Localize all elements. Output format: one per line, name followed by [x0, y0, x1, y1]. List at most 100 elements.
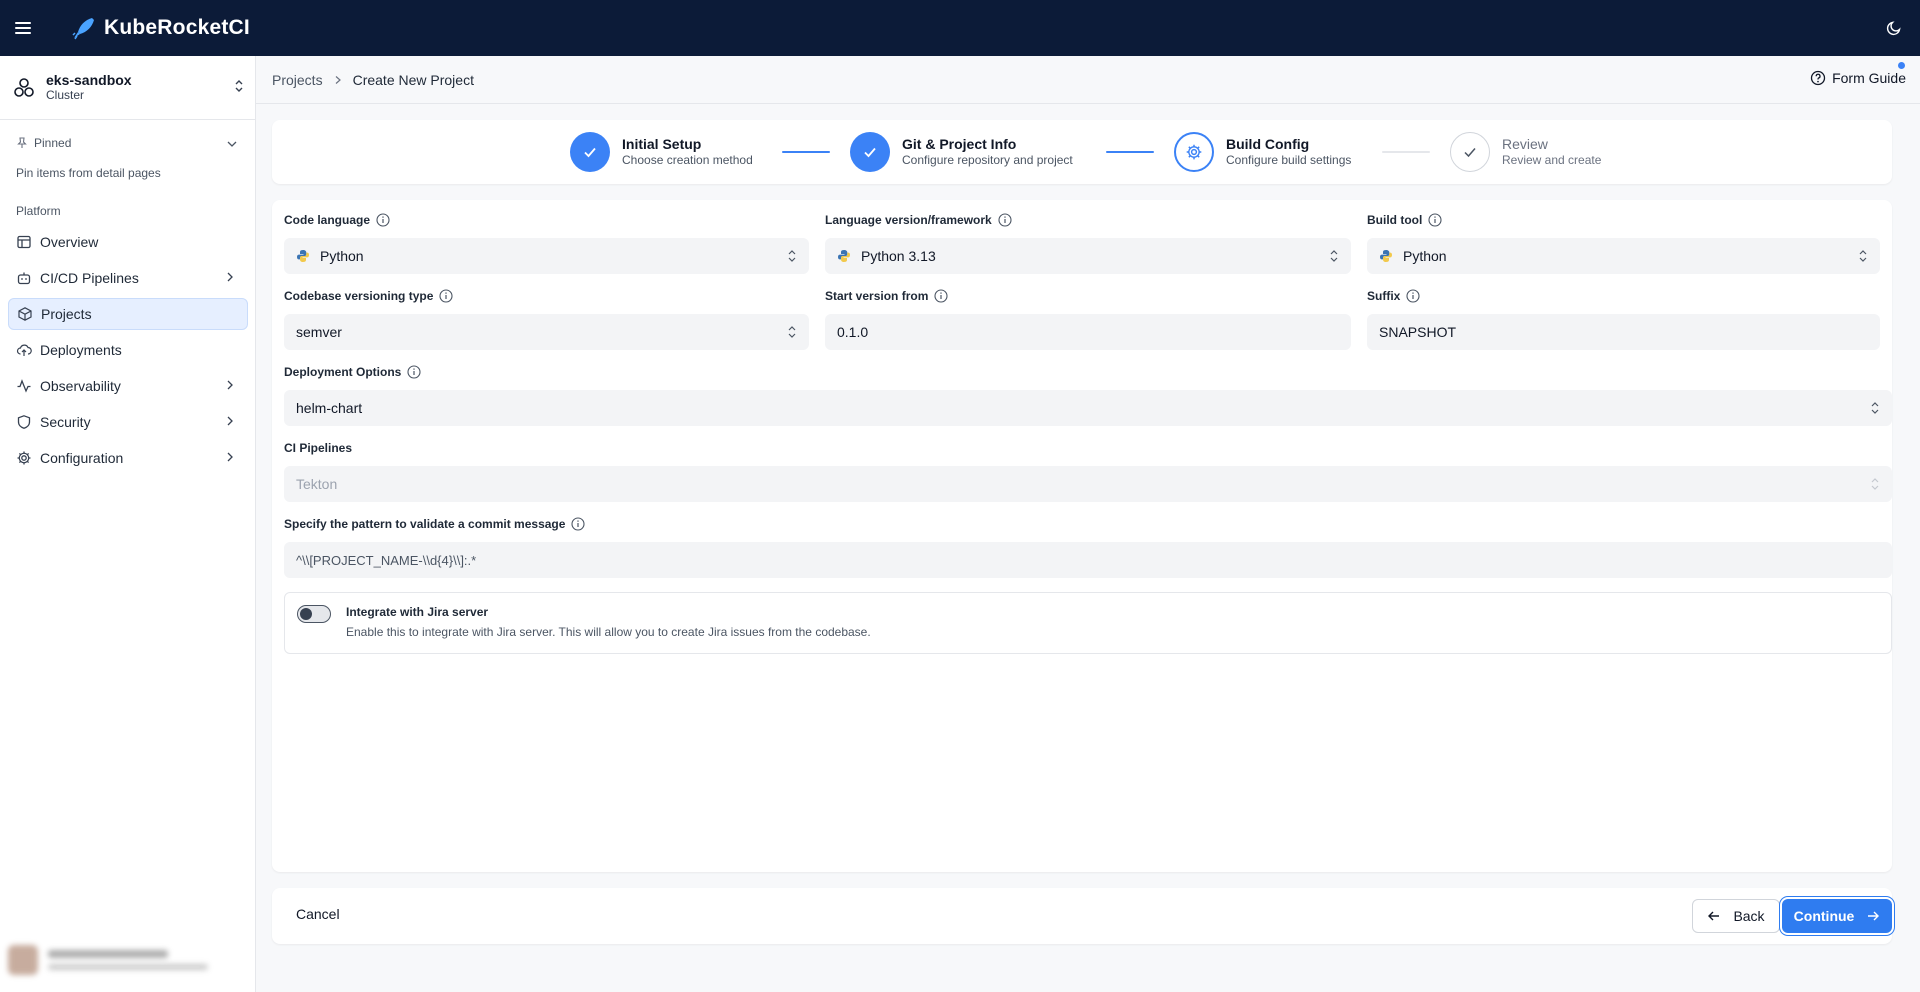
sidebar-item-label: CI/CD Pipelines [40, 270, 139, 286]
field-label: Codebase versioning type [284, 289, 434, 303]
cluster-type: Cluster [46, 88, 85, 102]
step-title: Review [1502, 136, 1548, 152]
continue-label: Continue [1793, 908, 1855, 924]
cluster-selector[interactable]: eks-sandbox Cluster [0, 56, 255, 120]
sidebar-item-overview[interactable]: Overview [8, 226, 248, 258]
commit-pattern-input[interactable]: ^\\[PROJECT_NAME-\\d{4}\\]:.* [284, 542, 1892, 578]
bot-icon [16, 270, 32, 286]
deployment-options-field: Deployment Options helm-chart [284, 364, 1892, 426]
sidebar-item-projects[interactable]: Projects [8, 298, 248, 330]
sidebar-item-deployments[interactable]: Deployments [8, 334, 248, 366]
chevron-down-icon [227, 141, 237, 147]
step-description: Configure build settings [1226, 153, 1352, 167]
arrow-left-icon [1708, 911, 1720, 921]
chevron-up-down-icon [1859, 250, 1867, 262]
info-icon[interactable] [1406, 289, 1420, 303]
box-icon [17, 306, 33, 322]
step-connector [1382, 151, 1430, 153]
pinned-section-toggle[interactable]: Pinned [16, 136, 238, 150]
continue-button[interactable]: Continue [1782, 899, 1892, 933]
user-profile-blurred[interactable] [8, 940, 246, 980]
versioning-type-select[interactable]: semver [284, 314, 809, 350]
gear-icon [16, 450, 32, 466]
pin-hint-text: Pin items from detail pages [16, 166, 161, 180]
sidebar-item-label: Projects [41, 306, 92, 322]
step-title: Git & Project Info [902, 136, 1017, 152]
step-title: Build Config [1226, 136, 1310, 152]
moon-icon[interactable] [1882, 16, 1906, 40]
jira-integration-card: Integrate with Jira server Enable this t… [284, 592, 1892, 654]
menu-icon[interactable] [0, 0, 46, 56]
chevron-up-down-icon [788, 326, 796, 338]
breadcrumb-projects-link[interactable]: Projects [272, 72, 323, 88]
input-value: 0.1.0 [837, 324, 869, 340]
sidebar-item-cicd-pipelines[interactable]: CI/CD Pipelines [8, 262, 248, 294]
build-tool-select[interactable]: Python [1367, 238, 1880, 274]
suffix-input[interactable]: SNAPSHOT [1367, 314, 1880, 350]
sidebar-item-label: Observability [40, 378, 121, 394]
step-initial-setup[interactable]: Initial Setup Choose creation method [570, 132, 753, 172]
input-value: ^\\[PROJECT_NAME-\\d{4}\\]:.* [296, 552, 477, 568]
rocket-logo-icon [72, 18, 94, 40]
start-version-field: Start version from 0.1.0 [825, 288, 1351, 350]
sidebar-item-label: Overview [40, 234, 99, 250]
gear-icon [1174, 132, 1214, 172]
sidebar-item-configuration[interactable]: Configuration [8, 442, 248, 474]
deployment-options-select[interactable]: helm-chart [284, 390, 1892, 426]
info-icon[interactable] [407, 365, 421, 379]
check-icon [850, 132, 890, 172]
select-value: helm-chart [296, 400, 363, 416]
step-description: Configure repository and project [902, 153, 1073, 167]
step-description: Choose creation method [622, 153, 753, 167]
step-connector [1106, 151, 1154, 153]
notification-dot [1898, 62, 1905, 69]
cluster-name: eks-sandbox [46, 72, 132, 88]
info-icon[interactable] [934, 289, 948, 303]
select-value: Python [1403, 248, 1447, 264]
code-language-field: Code language Python [284, 212, 809, 274]
step-build-config[interactable]: Build Config Configure build settings [1174, 132, 1351, 172]
build-config-form: Code language Python Language version/fr… [272, 200, 1892, 872]
step-git-project-info[interactable]: Git & Project Info Configure repository … [850, 132, 1073, 172]
form-guide-button[interactable]: Form Guide [1810, 70, 1906, 86]
top-bar: KubeRocketCI [0, 0, 1920, 56]
input-value: SNAPSHOT [1379, 324, 1457, 340]
sidebar-nav: Overview CI/CD Pipelines Projects Deploy… [8, 226, 248, 478]
ci-pipelines-field: CI Pipelines Tekton [284, 440, 1892, 502]
info-icon[interactable] [998, 213, 1012, 227]
check-icon [570, 132, 610, 172]
field-label: Specify the pattern to validate a commit… [284, 517, 566, 531]
app-logo[interactable]: KubeRocketCI [70, 14, 250, 42]
sidebar-item-security[interactable]: Security [8, 406, 248, 438]
step-connector [782, 151, 830, 153]
cloud-upload-icon [16, 342, 32, 358]
wizard-footer: Cancel Back Continue [272, 888, 1892, 944]
table-icon [16, 234, 32, 250]
activity-icon [16, 378, 32, 394]
breadcrumb-current: Create New Project [352, 71, 474, 88]
commit-pattern-field: Specify the pattern to validate a commit… [284, 516, 1892, 578]
chevron-up-down-icon [1871, 402, 1879, 414]
chevron-up-down-icon [788, 250, 796, 262]
jira-toggle-switch[interactable] [297, 605, 331, 623]
sidebar-item-observability[interactable]: Observability [8, 370, 248, 402]
cancel-button[interactable]: Cancel [296, 906, 340, 922]
step-title: Initial Setup [622, 136, 702, 152]
sidebar-item-label: Configuration [40, 450, 124, 466]
sidebar: eks-sandbox Cluster Pinned Pin items fro… [0, 56, 256, 992]
start-version-input[interactable]: 0.1.0 [825, 314, 1351, 350]
info-icon[interactable] [571, 517, 585, 531]
info-icon[interactable] [1428, 213, 1442, 227]
select-value: Python 3.13 [861, 248, 936, 264]
chevron-right-icon [227, 380, 233, 390]
info-icon[interactable] [376, 213, 390, 227]
field-label: Build tool [1367, 213, 1423, 227]
info-icon[interactable] [439, 289, 453, 303]
code-language-select[interactable]: Python [284, 238, 809, 274]
field-label: CI Pipelines [284, 441, 353, 455]
language-version-select[interactable]: Python 3.13 [825, 238, 1351, 274]
platform-section-label: Platform [16, 204, 61, 218]
back-button[interactable]: Back [1692, 899, 1780, 933]
step-review[interactable]: Review Review and create [1450, 132, 1601, 172]
pin-icon [17, 137, 27, 148]
